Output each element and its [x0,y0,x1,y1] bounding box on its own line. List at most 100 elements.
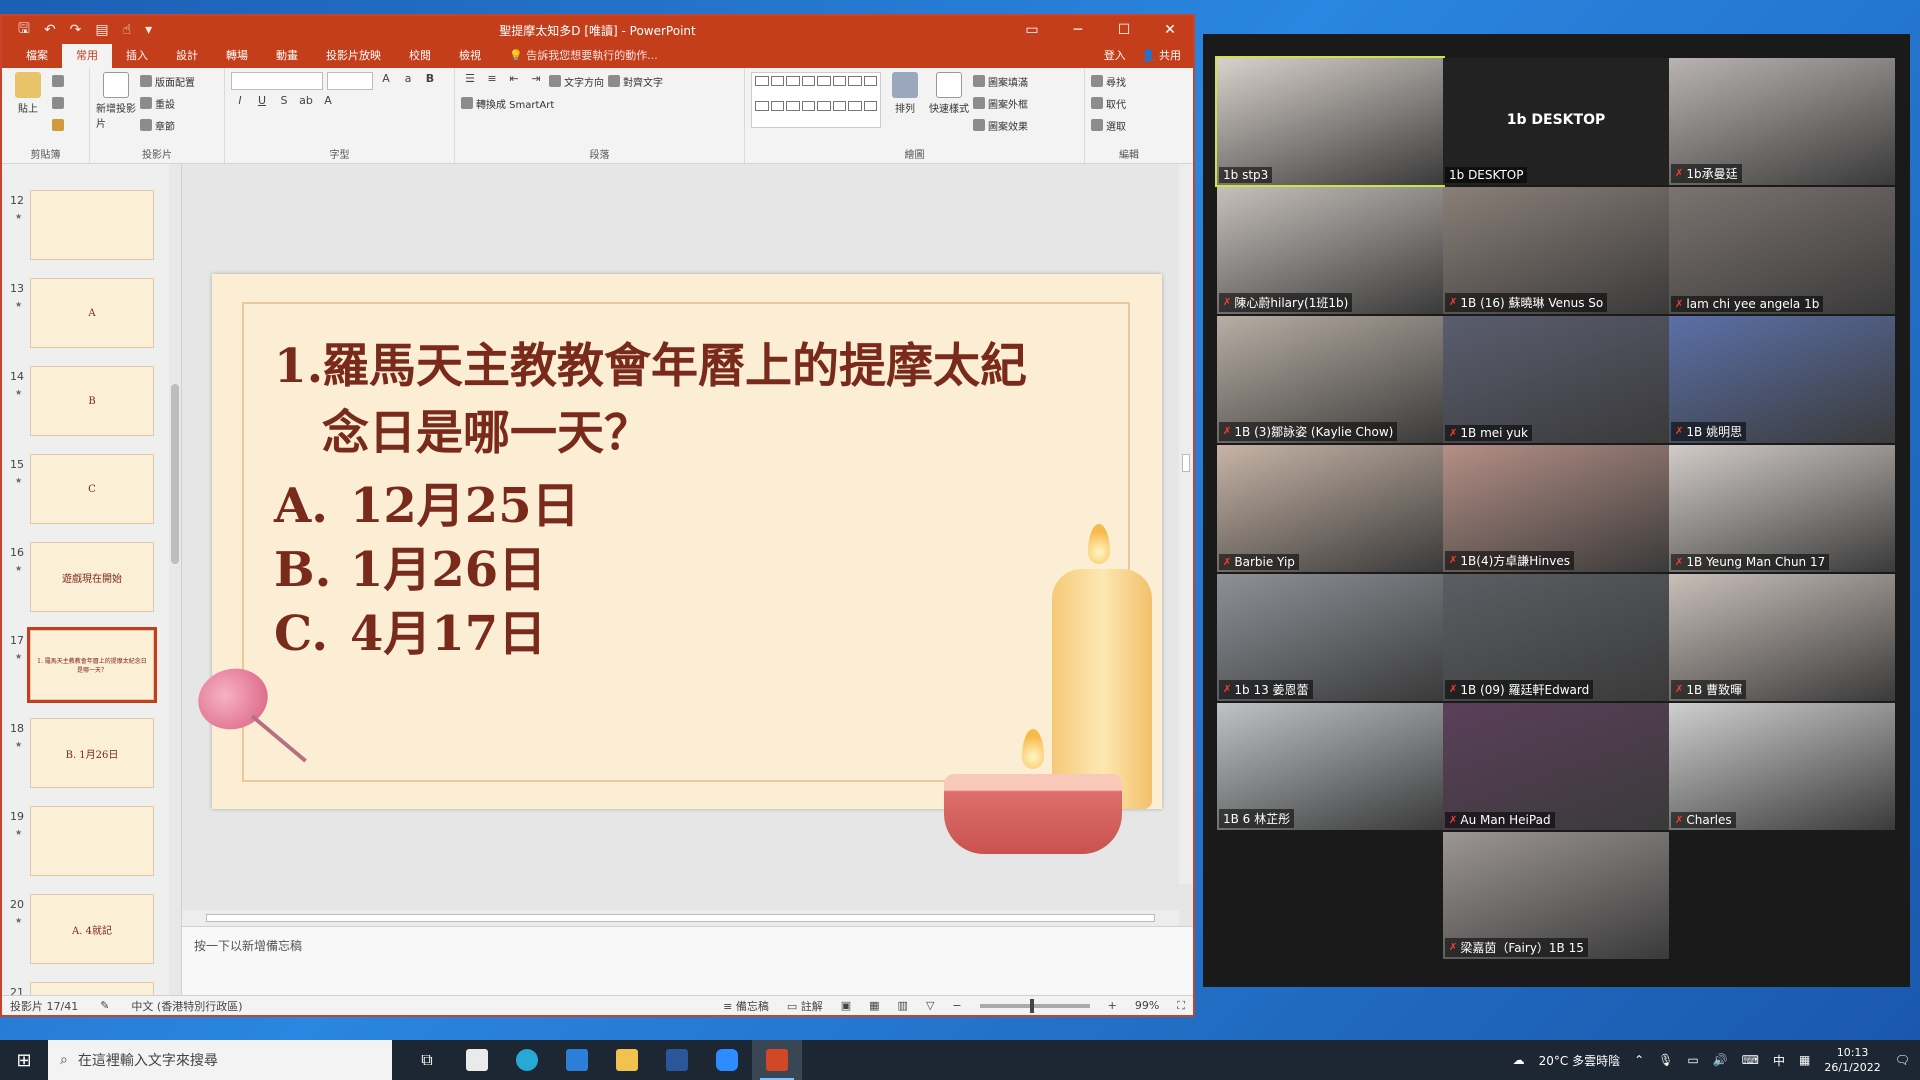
edge-icon[interactable] [502,1040,552,1080]
participant-tile[interactable]: ✗ lam chi yee angela 1b [1669,187,1895,314]
thumbnail-slide-15[interactable]: 15 ★ C [10,454,178,536]
undo-icon[interactable]: ↶ [44,22,56,38]
zoom-level[interactable]: 99% [1135,999,1159,1012]
editor-vertical-scrollbar[interactable] [1179,164,1193,884]
shapes-gallery[interactable] [751,72,881,128]
align-text-button[interactable]: 對齊文字 [608,72,663,90]
spellcheck-icon[interactable]: ✎ [100,999,109,1012]
redo-icon[interactable]: ↷ [70,22,82,38]
taskbar-search-box[interactable]: ⌕ 在這裡輸入文字來搜尋 [48,1040,392,1080]
participant-tile[interactable]: 1b DESKTOP 1b DESKTOP [1443,58,1669,185]
notification-icon[interactable]: 🗨 [1895,1053,1910,1067]
paste-button[interactable]: 貼上 [8,72,48,134]
fit-to-window-icon[interactable]: ⛶ [1177,999,1185,1013]
tab-view[interactable]: 檢視 [445,43,495,68]
zoom-out-icon[interactable]: − [952,999,961,1012]
participant-tile[interactable]: ✗ 陳心蔚hilary(1班1b) [1217,187,1443,314]
thumbnail-slide-21[interactable]: 21 [10,982,178,995]
notes-pane[interactable]: 按一下以新增備忘稿 [182,926,1193,995]
notes-toggle[interactable]: ≡ 備忘稿 [723,998,769,1014]
grow-font-button[interactable]: A [377,72,395,90]
powerpoint-icon[interactable] [752,1040,802,1080]
tab-insert[interactable]: 插入 [112,43,162,68]
normal-view-icon[interactable]: ▣ [841,999,851,1012]
save-icon[interactable]: 🖫 [18,18,30,42]
thumbnail-slide-20[interactable]: 20 ★ A. 4就記 [10,894,178,976]
format-painter-button[interactable] [52,116,64,134]
font-size-combo[interactable] [327,72,373,90]
editor-horizontal-scrollbar[interactable] [182,910,1179,926]
participant-tile[interactable]: ✗ 1b承曼廷 [1669,58,1895,185]
strikethrough-button[interactable]: ab [297,94,315,112]
mail-icon[interactable] [552,1040,602,1080]
italic-button[interactable]: I [231,94,249,112]
tell-me-search[interactable]: 💡 告訴我您想要執行的動作... [495,43,672,68]
task-view-icon[interactable]: ⧉ [402,1040,452,1080]
copy-button[interactable] [52,94,64,112]
file-explorer-icon[interactable] [602,1040,652,1080]
cut-button[interactable] [52,72,64,90]
participant-tile[interactable]: ✗ Barbie Yip [1217,445,1443,572]
reset-button[interactable]: 重設 [140,94,195,112]
participant-tile[interactable]: 1b stp3 [1215,56,1445,187]
tray-overflow-icon[interactable]: ⌃ [1634,1053,1644,1067]
taskbar-clock[interactable]: 10:13 26/1/2022 [1824,1045,1880,1075]
text-direction-button[interactable]: 文字方向 [549,72,604,90]
shadow-button[interactable]: S [275,94,293,112]
tab-animations[interactable]: 動畫 [262,43,312,68]
store-icon[interactable] [452,1040,502,1080]
volume-icon[interactable]: 🔊 [1713,1053,1728,1067]
zoom-in-icon[interactable]: + [1108,999,1117,1012]
participant-tile[interactable]: ✗ 梁嘉茵（Fairy）1B 15 [1443,832,1669,959]
reading-view-icon[interactable]: ▥ [898,999,908,1012]
word-icon[interactable] [652,1040,702,1080]
comments-toggle[interactable]: ▭ 註解 [787,998,823,1014]
thumbnails-scroll-thumb[interactable] [171,384,179,564]
participant-tile[interactable]: ✗ 1B mei yuk [1443,316,1669,443]
weather-text[interactable]: 20°C 多雲時陰 [1539,1052,1620,1069]
maximize-button[interactable]: ☐ [1101,16,1147,44]
keyboard-icon[interactable]: ⌨ [1742,1053,1759,1067]
layout-button[interactable]: 版面配置 [140,72,195,90]
increase-indent-button[interactable]: ⇥ [527,72,545,90]
shape-outline-button[interactable]: 圖案外框 [973,94,1028,112]
tab-slideshow[interactable]: 投影片放映 [312,43,395,68]
question-textbox[interactable]: 1. 羅馬天主教教會年曆上的提摩太紀念日是哪一天？ [274,334,1042,467]
zoom-slider[interactable] [979,998,1090,1013]
bold-button[interactable]: B [421,72,439,90]
zoom-app-icon[interactable] [702,1040,752,1080]
minimize-button[interactable]: ─ [1055,16,1101,44]
touch-mode-icon[interactable]: ☝ [123,22,132,38]
thumbnail-slide-14[interactable]: 14 ★ B [10,366,178,448]
thumbnail-slide-13[interactable]: 13 ★ A [10,278,178,360]
present-icon[interactable]: ▤ [95,22,108,38]
participant-tile[interactable]: 1B 6 林芷彤 [1217,703,1443,830]
thumbnail-slide-12[interactable]: 12 ★ [10,190,178,272]
thumbnail-slide-17[interactable]: 17 ★ 1. 羅馬天主教教會年曆上的提摩太紀念日是哪一天？ [10,627,178,712]
weather-icon[interactable]: ☁ [1513,1053,1525,1067]
tab-design[interactable]: 設計 [162,43,212,68]
underline-button[interactable]: U [253,94,271,112]
select-button[interactable]: 選取 [1091,116,1126,134]
tab-review[interactable]: 校閱 [395,43,445,68]
bullets-button[interactable]: ☰ [461,72,479,90]
share-button[interactable]: 👤 共用 [1142,47,1181,63]
language-indicator[interactable]: 中文 (香港特別行政區) [131,998,242,1014]
participant-tile[interactable]: ✗ 1B 曹致暉 [1669,574,1895,701]
tab-file[interactable]: 檔案 [12,43,62,68]
editor-hscroll-thumb[interactable] [206,914,1155,922]
editor-scroll-thumb[interactable] [1182,454,1190,472]
ribbon-display-options-button[interactable]: ▭ [1009,16,1055,44]
find-button[interactable]: 尋找 [1091,72,1126,90]
participant-tile[interactable]: ✗ 1b 13 姜恩蕾 [1217,574,1443,701]
participant-tile[interactable]: ✗ 1B (3)鄒詠姿 (Kaylie Chow) [1217,316,1443,443]
answer-options[interactable]: A. 12月25日 B. 1月26日 C. 4月17日 [274,474,580,666]
decrease-indent-button[interactable]: ⇤ [505,72,523,90]
slide-sorter-icon[interactable]: ▦ [869,999,879,1012]
thumbnail-slide-19[interactable]: 19 ★ [10,806,178,888]
shape-fill-button[interactable]: 圖案填滿 [973,72,1028,90]
participant-tile[interactable]: ✗ Au Man HeiPad [1443,703,1669,830]
ime-indicator[interactable]: 中 [1773,1052,1785,1069]
thumbnails-scrollbar[interactable] [169,164,181,995]
close-button[interactable]: ✕ [1147,16,1193,44]
